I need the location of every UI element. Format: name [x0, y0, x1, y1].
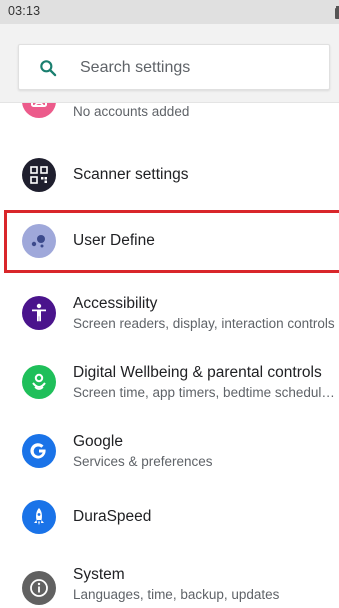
settings-item-subtitle: Services & preferences: [73, 454, 213, 469]
settings-item-duraspeed[interactable]: DuraSpeed: [0, 485, 339, 548]
settings-item-accounts[interactable]: No accounts added: [0, 103, 339, 138]
settings-item-subtitle: Screen time, app timers, bedtime schedul…: [73, 385, 335, 400]
settings-item-subtitle: Languages, time, backup, updates: [73, 587, 280, 602]
search-header: Search settings: [0, 24, 339, 103]
status-bar: 03:13: [0, 0, 339, 24]
settings-item-title: Google: [73, 433, 123, 450]
settings-item-user-define[interactable]: User Define: [0, 210, 339, 273]
settings-item-title: DuraSpeed: [73, 508, 152, 525]
google-icon: [22, 434, 56, 468]
qr-code-icon: [22, 158, 56, 192]
settings-item-title: Digital Wellbeing & parental controls: [73, 364, 322, 381]
dots-icon: [22, 224, 56, 258]
search-bar[interactable]: Search settings: [18, 44, 330, 90]
info-icon: [22, 571, 56, 605]
search-icon: [40, 60, 57, 77]
account-icon: [22, 103, 56, 118]
settings-item-subtitle: No accounts added: [73, 104, 190, 119]
status-time: 03:13: [8, 4, 41, 18]
settings-item-accessibility[interactable]: Accessibility Screen readers, display, i…: [0, 278, 339, 348]
settings-item-title: System: [73, 566, 125, 583]
battery-icon: [335, 6, 339, 19]
settings-item-google[interactable]: Google Services & preferences: [0, 416, 339, 486]
settings-item-scanner[interactable]: Scanner settings: [0, 143, 339, 206]
settings-item-wellbeing[interactable]: Digital Wellbeing & parental controls Sc…: [0, 347, 339, 417]
settings-item-title: Scanner settings: [73, 166, 189, 183]
search-placeholder: Search settings: [80, 59, 191, 76]
settings-screen: 03:13 Search settings No accounts added: [0, 0, 339, 608]
wellbeing-icon: [22, 365, 56, 399]
settings-item-title: User Define: [73, 232, 155, 249]
settings-item-subtitle: Screen readers, display, interaction con…: [73, 316, 335, 331]
settings-item-system[interactable]: System Languages, time, backup, updates: [0, 553, 339, 608]
accessibility-icon: [22, 296, 56, 330]
settings-list: No accounts added Scanner settings User …: [0, 103, 339, 608]
settings-item-title: Accessibility: [73, 295, 158, 312]
rocket-icon: [22, 500, 56, 534]
